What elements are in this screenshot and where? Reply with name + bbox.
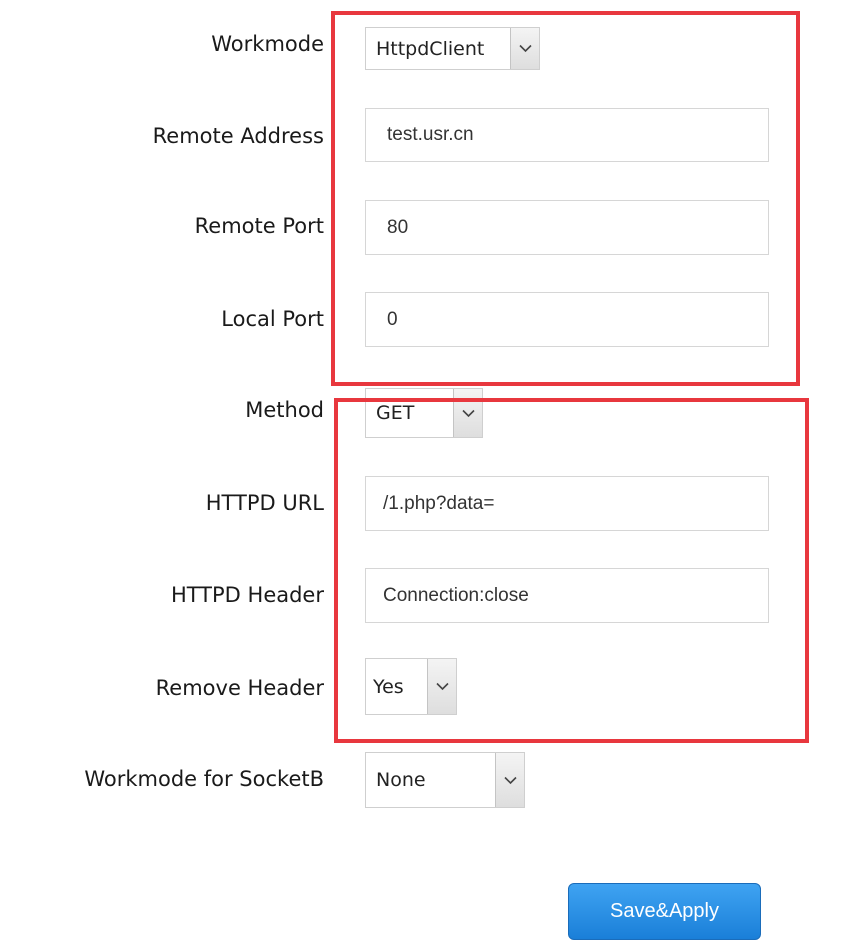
local-port-label: Local Port [221,307,324,331]
remove-header-select[interactable]: Yes [365,658,457,715]
workmode-value: HttpdClient [376,37,485,60]
httpd-url-input[interactable] [365,476,769,531]
remove-header-value: Yes [373,675,404,698]
chevron-down-icon[interactable] [427,659,456,714]
workmode-label: Workmode [211,32,324,56]
remote-port-input[interactable] [365,200,769,255]
local-port-input[interactable] [365,292,769,347]
remove-header-label: Remove Header [155,676,324,700]
httpd-url-label: HTTPD URL [205,491,324,515]
workmode-select[interactable]: HttpdClient [365,27,540,70]
chevron-down-icon[interactable] [453,389,482,437]
workmode-socketb-value: None [376,769,426,791]
method-select[interactable]: GET [365,388,483,438]
remote-address-input[interactable] [365,108,769,162]
chevron-down-icon[interactable] [495,753,524,807]
workmode-socketb-select[interactable]: None [365,752,525,808]
method-value: GET [376,402,415,424]
remote-address-label: Remote Address [152,124,324,148]
httpd-header-input[interactable] [365,568,769,623]
remote-port-label: Remote Port [194,214,324,238]
save-apply-button[interactable]: Save&Apply [568,883,761,940]
chevron-down-icon[interactable] [510,28,539,69]
workmode-socketb-label: Workmode for SocketB [84,767,324,791]
httpd-header-label: HTTPD Header [170,583,324,607]
method-label: Method [245,398,324,422]
